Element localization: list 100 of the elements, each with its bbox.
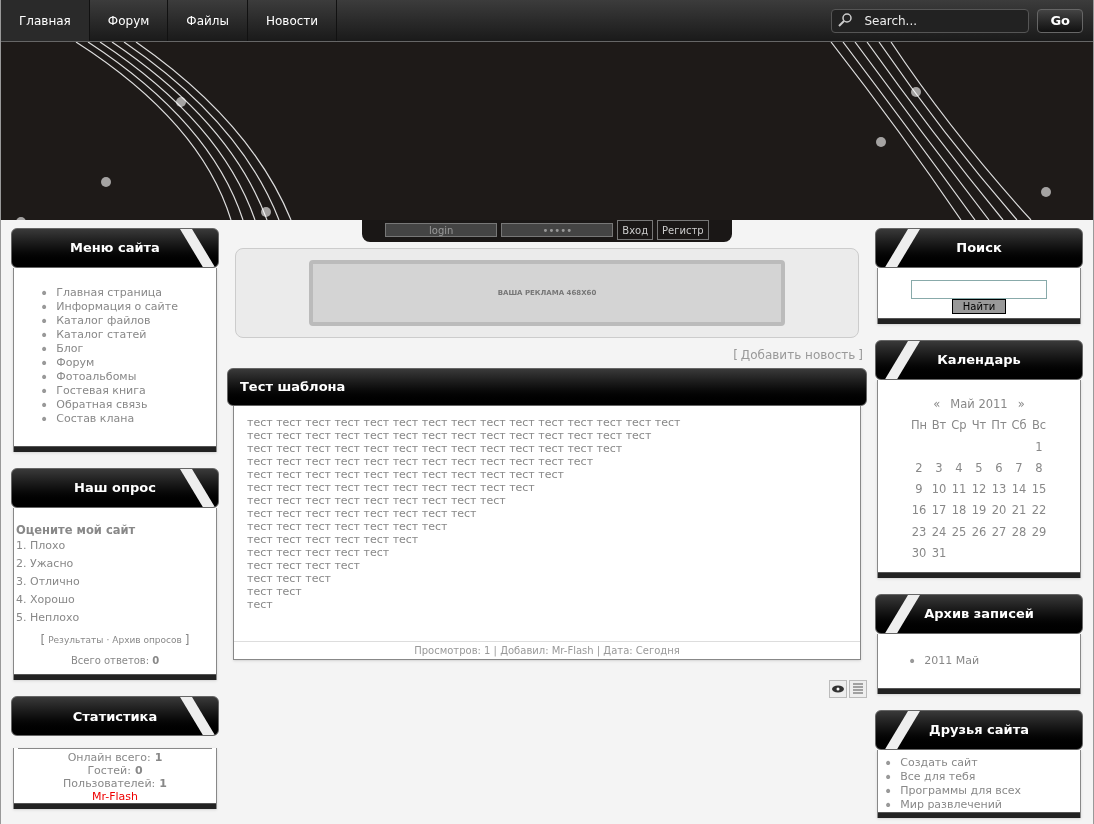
calendar-day: 7 (1009, 459, 1029, 477)
calendar-day: 24 (929, 523, 949, 541)
poll-option[interactable]: 2. Ужасно (16, 557, 214, 572)
bullet: • (40, 328, 49, 342)
next-month-link[interactable]: » (1017, 396, 1025, 414)
calendar-day: 4 (949, 459, 969, 477)
calendar-day: 25 (949, 523, 969, 541)
search-icon (837, 12, 854, 28)
bullet: • (40, 412, 49, 426)
post-meta: Просмотров: 1 | Добавил: Mr-Flash | Дата: Сегодня (234, 641, 860, 659)
menu-link[interactable]: Обратная связь (56, 398, 148, 412)
stat-label: Онлайн всего: (67, 751, 151, 765)
menu-link[interactable]: Главная страница (56, 286, 163, 300)
poll-option[interactable]: 1. Плохо (16, 539, 214, 554)
bullet: • (908, 654, 917, 668)
friend-link[interactable]: Создать сайт (900, 756, 978, 770)
nav-link[interactable]: Новости (247, 0, 338, 41)
find-button[interactable]: Найти (951, 299, 1007, 314)
menu-link[interactable]: Информация о сайте (56, 300, 178, 314)
calendar-day: 20 (989, 502, 1009, 520)
calendar-day: 3 (929, 459, 949, 477)
calendar-day: 31 (929, 544, 949, 562)
menu-link[interactable]: Каталог файлов (56, 314, 151, 328)
poll-archive-link[interactable]: Архив опросов (112, 633, 182, 647)
menu-link[interactable]: Блог (56, 342, 84, 356)
calendar-day: 19 (969, 502, 989, 520)
friend-link[interactable]: Все для тебя (900, 770, 976, 784)
search-field[interactable]: Search... (831, 9, 1030, 33)
view-icon[interactable] (829, 680, 847, 698)
block-title: Календарь (937, 351, 1021, 370)
bracket: [ (40, 632, 46, 650)
nav-link[interactable]: Файлы (168, 0, 248, 41)
post-text-line: тест тест тест тест тест тест тест тест тест тест тест тест тест тест тест (247, 416, 682, 429)
calendar-day: 23 (909, 523, 929, 541)
login-field[interactable]: login (385, 223, 498, 237)
prev-month-link[interactable]: « (933, 396, 941, 414)
weekday-label: Пт (990, 417, 1008, 435)
calendar-day: 18 (949, 502, 969, 520)
calendar-day: 6 (989, 459, 1009, 477)
stat-value: 1 (159, 777, 167, 791)
calendar-day: 28 (1009, 523, 1029, 541)
menu-link[interactable]: Гостевая книга (56, 384, 146, 398)
add-news-link[interactable]: Добавить новость (740, 346, 856, 364)
calendar-day: 1 (1029, 438, 1049, 456)
results-link[interactable]: Результаты (48, 633, 104, 647)
post-text-line: тест тест тест тест тест тест тест (247, 520, 449, 533)
stat-label: Пользователей: (63, 777, 156, 791)
post-text-line: тест тест тест (247, 572, 332, 585)
calendar-day: 17 (929, 502, 949, 520)
block-title: Друзья сайта (929, 721, 1029, 740)
menu-link[interactable]: Каталог статей (56, 328, 147, 342)
bracket: [ (733, 347, 738, 364)
friend-link[interactable]: Мир развлечений (900, 798, 1002, 812)
post-text-line: тест тест тест тест тест тест тест тест тест (247, 494, 507, 507)
bullet: • (884, 784, 893, 798)
nav-link[interactable]: Главная (1, 0, 90, 41)
bullet: • (40, 314, 49, 328)
calendar-day: 5 (969, 459, 989, 477)
post-text-line: тест (247, 598, 274, 611)
calendar-day: 26 (969, 523, 989, 541)
weekday-label: Сб (1010, 417, 1028, 435)
menu-link[interactable]: Фотоальбомы (56, 370, 137, 384)
site-search-field[interactable] (911, 280, 1047, 299)
separator: · (106, 633, 110, 647)
register-button[interactable]: Регистр (657, 220, 709, 240)
poll-option[interactable]: 5. Неплохо (16, 611, 214, 626)
post-text-line: тест тест тест тест тест тест тест тест тест тест тест тест (247, 455, 595, 468)
block-title: Поиск (956, 239, 1002, 258)
nav-link[interactable]: Форум (89, 0, 169, 41)
stat-label: Гостей: (87, 764, 131, 778)
post-text-line: тест тест тест тест тест тест (247, 533, 420, 546)
bullet: • (40, 300, 49, 314)
bullet: • (40, 356, 49, 370)
calendar-day: 2 (909, 459, 929, 477)
post-text-line: тест тест тест тест (247, 559, 361, 572)
calendar-day: 14 (1009, 481, 1029, 499)
go-button[interactable]: Go (1037, 8, 1083, 33)
post-text-line: тест тест (247, 585, 303, 598)
bullet: • (40, 286, 49, 300)
bullet: • (40, 370, 49, 384)
poll-option[interactable]: 4. Хорошо (16, 593, 214, 608)
calendar-day: 12 (969, 481, 989, 499)
friend-link[interactable]: Программы для всех (900, 784, 1022, 798)
archive-link[interactable]: 2011 Май (924, 654, 980, 668)
calendar-day: 30 (909, 544, 929, 562)
enter-button[interactable]: Вход (617, 220, 654, 240)
poll-question: Оцените мой сайт (16, 522, 137, 539)
password-field[interactable]: ••••• (501, 223, 614, 237)
calendar-day: 29 (1029, 523, 1049, 541)
block-title: Меню сайта (70, 239, 160, 258)
post-text-line: тест тест тест тест тест (247, 546, 391, 559)
menu-link[interactable]: Форум (56, 356, 95, 370)
menu-link[interactable]: Состав клана (56, 412, 135, 426)
poll-option[interactable]: 3. Отлично (16, 575, 214, 590)
post-text-line: тест тест тест тест тест тест тест тест тест тест тест тест тест (247, 442, 624, 455)
total-value: 0 (152, 654, 160, 669)
block-title: Наш опрос (74, 479, 156, 498)
online-user-link[interactable]: Mr-Flash (18, 790, 212, 804)
bullet: • (40, 398, 49, 412)
calendar-day: 21 (1009, 502, 1029, 520)
